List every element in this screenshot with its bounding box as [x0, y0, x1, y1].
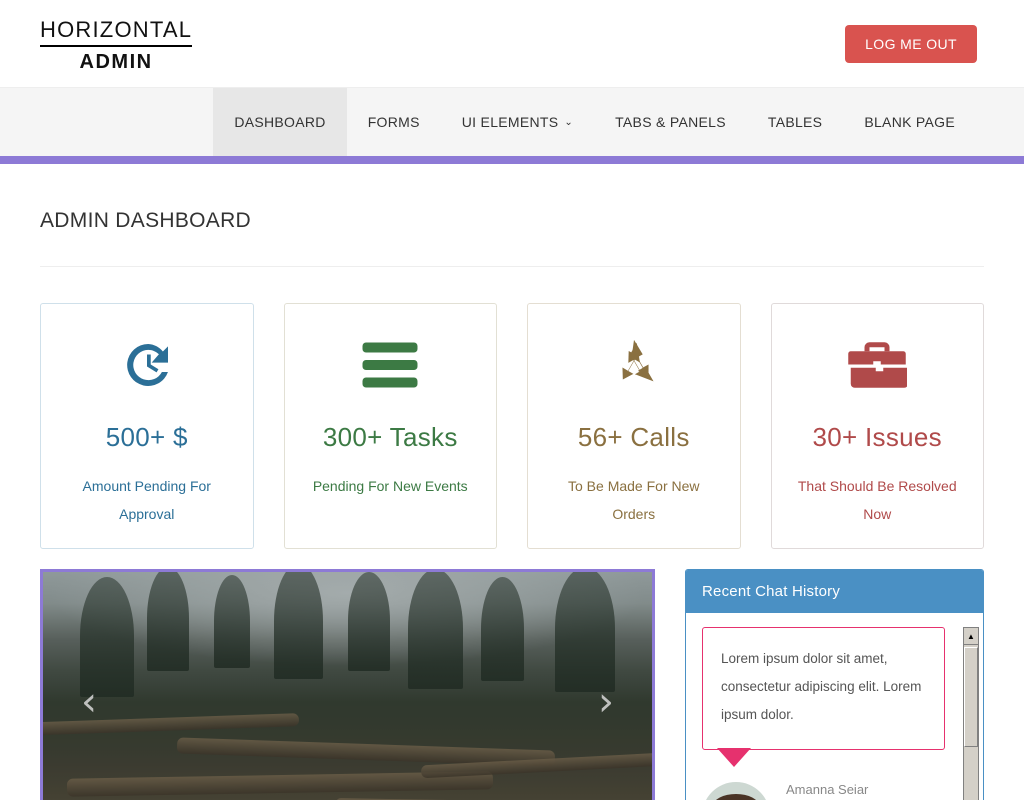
- bars-icon: [295, 326, 487, 404]
- stat-label: Pending For New Events: [312, 478, 468, 494]
- stat-value: 30+ Issues: [812, 422, 942, 452]
- nav-item-dashboard[interactable]: DASHBOARD: [213, 88, 347, 156]
- carousel-prev-button[interactable]: ‹: [81, 682, 97, 722]
- chat-message-list: Lorem ipsum dolor sit amet, consectetur …: [686, 613, 983, 800]
- chat-message-meta: Amanna Seiar Time 2:00 pm at 25th july: [702, 782, 945, 800]
- page-header: HORIZONTAL ADMIN LOG ME OUT: [0, 0, 1024, 88]
- stat-card-tasks[interactable]: 300+ Tasks Pending For New Events: [283, 303, 497, 549]
- chat-author-block: Amanna Seiar Time 2:00 pm at 25th july: [786, 782, 926, 800]
- nav-label: FORMS: [367, 114, 420, 130]
- carousel-next-button[interactable]: ›: [598, 682, 614, 722]
- stat-card-issues[interactable]: 30+ Issues That Should Be Resolved Now: [770, 303, 984, 549]
- nav-item-tabs-panels[interactable]: TABS & PANELS: [594, 88, 747, 156]
- scroll-up-icon[interactable]: ▲: [964, 628, 978, 645]
- recent-chat-history-panel: Recent Chat History Lorem ipsum dolor si…: [685, 569, 984, 800]
- chat-panel-title: Recent Chat History: [686, 570, 983, 613]
- stat-card-calls[interactable]: 56+ Calls To Be Made For New Orders: [527, 303, 741, 549]
- nav-item-ui-elements[interactable]: UI ELEMENTS ⌄: [441, 88, 594, 156]
- main-navigation: DASHBOARD FORMS UI ELEMENTS ⌄ TABS & PAN…: [0, 88, 1024, 156]
- nav-item-tables[interactable]: TABLES: [747, 88, 843, 156]
- nav-item-forms[interactable]: FORMS: [347, 88, 441, 156]
- nav-item-blank-page[interactable]: BLANK PAGE: [843, 88, 976, 156]
- stat-label: That Should Be Resolved Now: [797, 478, 957, 522]
- nav-label: TABLES: [767, 114, 823, 130]
- stats-row: 500+ $ Amount Pending For Approval 300+ …: [40, 303, 984, 549]
- stat-value: 300+ Tasks: [322, 422, 458, 452]
- lower-row: ‹ › Recent Chat History Lorem ipsum dolo…: [40, 569, 984, 800]
- chat-scrollbar[interactable]: ▲: [963, 627, 979, 800]
- avatar: [702, 782, 770, 800]
- chat-message-text: Lorem ipsum dolor sit amet, consectetur …: [721, 651, 922, 722]
- carousel-slide-image: [43, 572, 652, 800]
- briefcase-icon: [782, 326, 974, 404]
- nav-label: UI ELEMENTS: [461, 114, 559, 130]
- bubble-tail: [717, 748, 751, 767]
- stat-value: 56+ Calls: [577, 422, 690, 452]
- title-divider: [40, 266, 984, 267]
- recycle-icon: [538, 326, 730, 404]
- scrollbar-thumb[interactable]: [964, 647, 978, 747]
- nav-label: DASHBOARD: [234, 114, 326, 130]
- chevron-down-icon: ⌄: [564, 116, 574, 128]
- chat-message-bubble: Lorem ipsum dolor sit amet, consectetur …: [702, 627, 945, 767]
- logo-top-text: HORIZONTAL: [40, 19, 193, 47]
- chat-author-name: Amanna Seiar: [786, 782, 869, 797]
- page-title: ADMIN DASHBOARD: [40, 209, 252, 232]
- nav-label: BLANK PAGE: [864, 114, 955, 130]
- stat-label: Amount Pending For Approval: [82, 478, 211, 522]
- stat-label: To Be Made For New Orders: [568, 478, 700, 522]
- history-icon: [51, 326, 243, 404]
- image-carousel[interactable]: ‹ ›: [40, 569, 655, 800]
- logout-button[interactable]: LOG ME OUT: [845, 24, 977, 63]
- nav-accent-bar: [0, 156, 1024, 164]
- site-logo[interactable]: HORIZONTAL ADMIN: [40, 15, 193, 73]
- nav-label: TABS & PANELS: [615, 114, 726, 130]
- stat-card-amount-pending[interactable]: 500+ $ Amount Pending For Approval: [40, 303, 254, 549]
- stat-value: 500+ $: [105, 422, 188, 452]
- logo-bottom-text: ADMIN: [79, 51, 153, 73]
- main-content: ADMIN DASHBOARD 500+ $ Amount Pending Fo…: [0, 164, 1024, 800]
